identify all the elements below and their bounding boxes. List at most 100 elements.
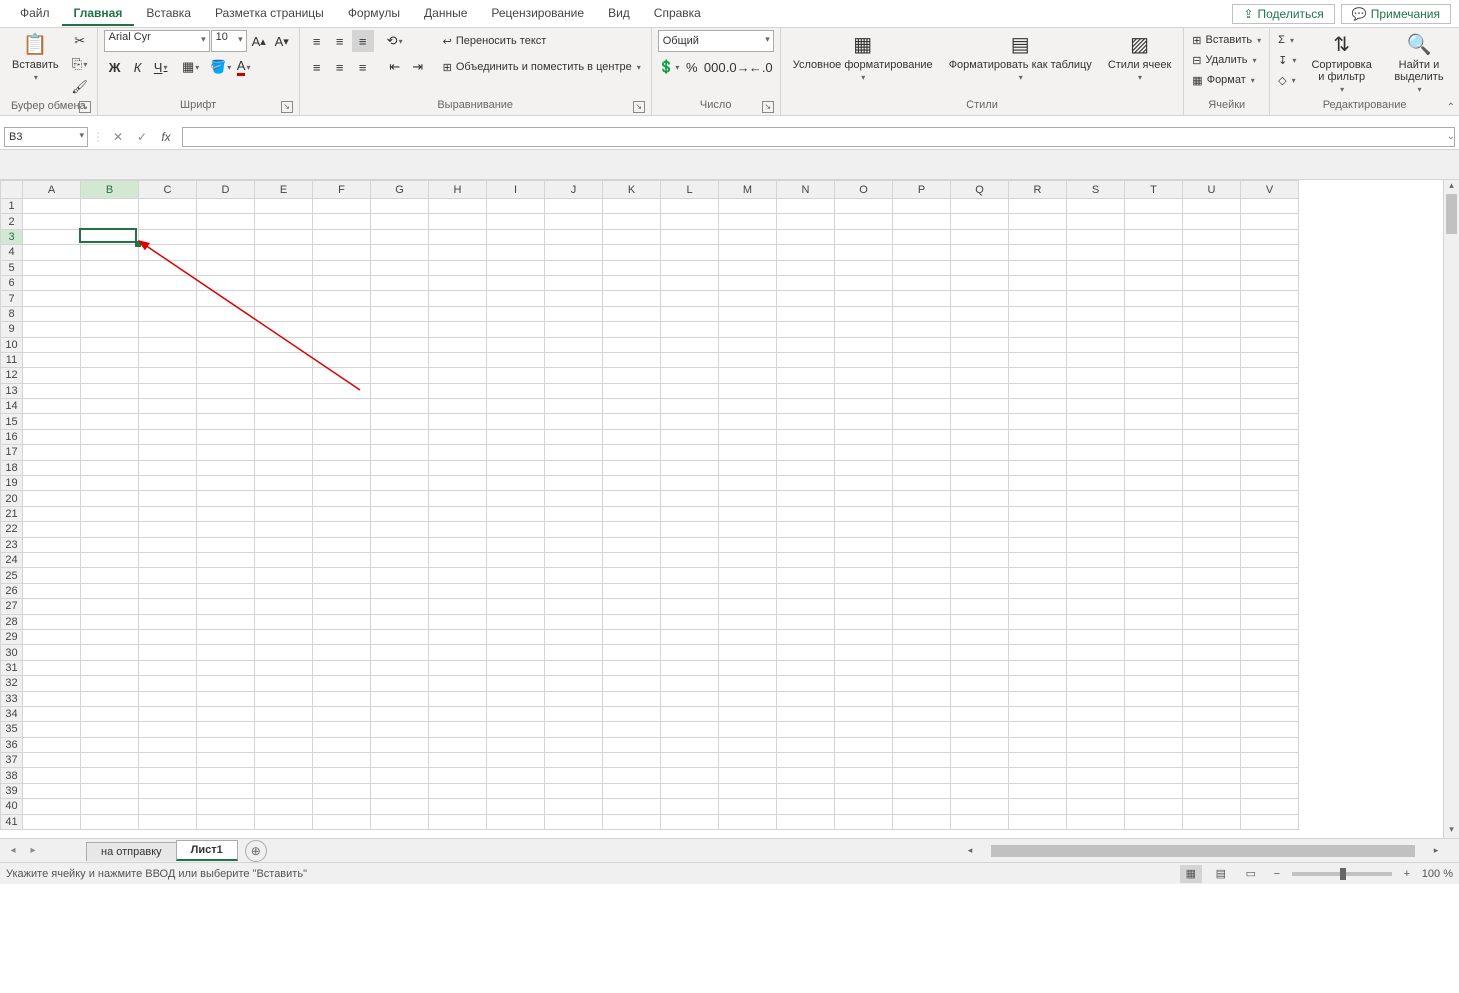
cell-B1[interactable] [81, 199, 139, 214]
cell-T24[interactable] [1125, 552, 1183, 567]
cell-K25[interactable] [603, 568, 661, 583]
cell-F19[interactable] [313, 476, 371, 491]
font-color-button[interactable]: A▾ [233, 56, 255, 78]
cell-M7[interactable] [719, 291, 777, 306]
cell-D2[interactable] [197, 214, 255, 229]
cell-O38[interactable] [835, 768, 893, 783]
cell-P32[interactable] [893, 676, 951, 691]
cell-F23[interactable] [313, 537, 371, 552]
column-header-B[interactable]: B [81, 181, 139, 199]
cell-L33[interactable] [661, 691, 719, 706]
cell-A7[interactable] [23, 291, 81, 306]
row-header-13[interactable]: 13 [1, 383, 23, 398]
cell-C10[interactable] [139, 337, 197, 352]
cell-H14[interactable] [429, 399, 487, 414]
cell-J11[interactable] [545, 352, 603, 367]
cell-F25[interactable] [313, 568, 371, 583]
cell-H5[interactable] [429, 260, 487, 275]
cell-S1[interactable] [1067, 199, 1125, 214]
cell-F2[interactable] [313, 214, 371, 229]
cell-S39[interactable] [1067, 783, 1125, 798]
cell-H28[interactable] [429, 614, 487, 629]
cell-E5[interactable] [255, 260, 313, 275]
cell-R34[interactable] [1009, 706, 1067, 721]
cell-N27[interactable] [777, 599, 835, 614]
cell-L32[interactable] [661, 676, 719, 691]
cell-N35[interactable] [777, 722, 835, 737]
cell-Q6[interactable] [951, 275, 1009, 290]
cell-S23[interactable] [1067, 537, 1125, 552]
cell-G38[interactable] [371, 768, 429, 783]
cell-C37[interactable] [139, 753, 197, 768]
cell-J18[interactable] [545, 460, 603, 475]
cell-I30[interactable] [487, 645, 545, 660]
cell-O18[interactable] [835, 460, 893, 475]
cell-V41[interactable] [1241, 814, 1299, 829]
cell-E26[interactable] [255, 583, 313, 598]
cell-T2[interactable] [1125, 214, 1183, 229]
cell-F17[interactable] [313, 445, 371, 460]
cell-A34[interactable] [23, 706, 81, 721]
column-header-Q[interactable]: Q [951, 181, 1009, 199]
cell-J36[interactable] [545, 737, 603, 752]
cell-I37[interactable] [487, 753, 545, 768]
cell-A39[interactable] [23, 783, 81, 798]
cell-Q4[interactable] [951, 245, 1009, 260]
cell-T7[interactable] [1125, 291, 1183, 306]
cell-C16[interactable] [139, 429, 197, 444]
cell-R26[interactable] [1009, 583, 1067, 598]
cell-F39[interactable] [313, 783, 371, 798]
sheet-nav-prev[interactable]: ◂ [4, 842, 22, 860]
cell-S34[interactable] [1067, 706, 1125, 721]
cell-N4[interactable] [777, 245, 835, 260]
cell-F9[interactable] [313, 322, 371, 337]
cell-G41[interactable] [371, 814, 429, 829]
cell-T36[interactable] [1125, 737, 1183, 752]
column-header-G[interactable]: G [371, 181, 429, 199]
cell-B5[interactable] [81, 260, 139, 275]
cell-S3[interactable] [1067, 229, 1125, 244]
cell-T18[interactable] [1125, 460, 1183, 475]
cell-P27[interactable] [893, 599, 951, 614]
cell-S41[interactable] [1067, 814, 1125, 829]
cell-P35[interactable] [893, 722, 951, 737]
cell-N36[interactable] [777, 737, 835, 752]
vscroll-thumb[interactable] [1446, 194, 1457, 234]
cell-B7[interactable] [81, 291, 139, 306]
cell-H17[interactable] [429, 445, 487, 460]
cell-O26[interactable] [835, 583, 893, 598]
cell-M22[interactable] [719, 522, 777, 537]
cell-O31[interactable] [835, 660, 893, 675]
cell-T3[interactable] [1125, 229, 1183, 244]
cell-D32[interactable] [197, 676, 255, 691]
cell-D41[interactable] [197, 814, 255, 829]
cell-B14[interactable] [81, 399, 139, 414]
row-header-22[interactable]: 22 [1, 522, 23, 537]
cell-E15[interactable] [255, 414, 313, 429]
cell-M38[interactable] [719, 768, 777, 783]
cell-P1[interactable] [893, 199, 951, 214]
cell-Q23[interactable] [951, 537, 1009, 552]
cell-K39[interactable] [603, 783, 661, 798]
cell-T10[interactable] [1125, 337, 1183, 352]
cell-A21[interactable] [23, 506, 81, 521]
cell-R19[interactable] [1009, 476, 1067, 491]
cell-L16[interactable] [661, 429, 719, 444]
cell-J21[interactable] [545, 506, 603, 521]
cell-S40[interactable] [1067, 799, 1125, 814]
cell-D28[interactable] [197, 614, 255, 629]
expand-formula-bar-button[interactable]: ⌄ [1447, 131, 1455, 142]
cell-V37[interactable] [1241, 753, 1299, 768]
cell-K11[interactable] [603, 352, 661, 367]
cell-G21[interactable] [371, 506, 429, 521]
cell-A37[interactable] [23, 753, 81, 768]
cell-N15[interactable] [777, 414, 835, 429]
cell-J33[interactable] [545, 691, 603, 706]
cell-F22[interactable] [313, 522, 371, 537]
cell-Q15[interactable] [951, 414, 1009, 429]
cell-T37[interactable] [1125, 753, 1183, 768]
cell-R12[interactable] [1009, 368, 1067, 383]
menu-tab-главная[interactable]: Главная [62, 2, 135, 26]
cell-B35[interactable] [81, 722, 139, 737]
cell-V1[interactable] [1241, 199, 1299, 214]
